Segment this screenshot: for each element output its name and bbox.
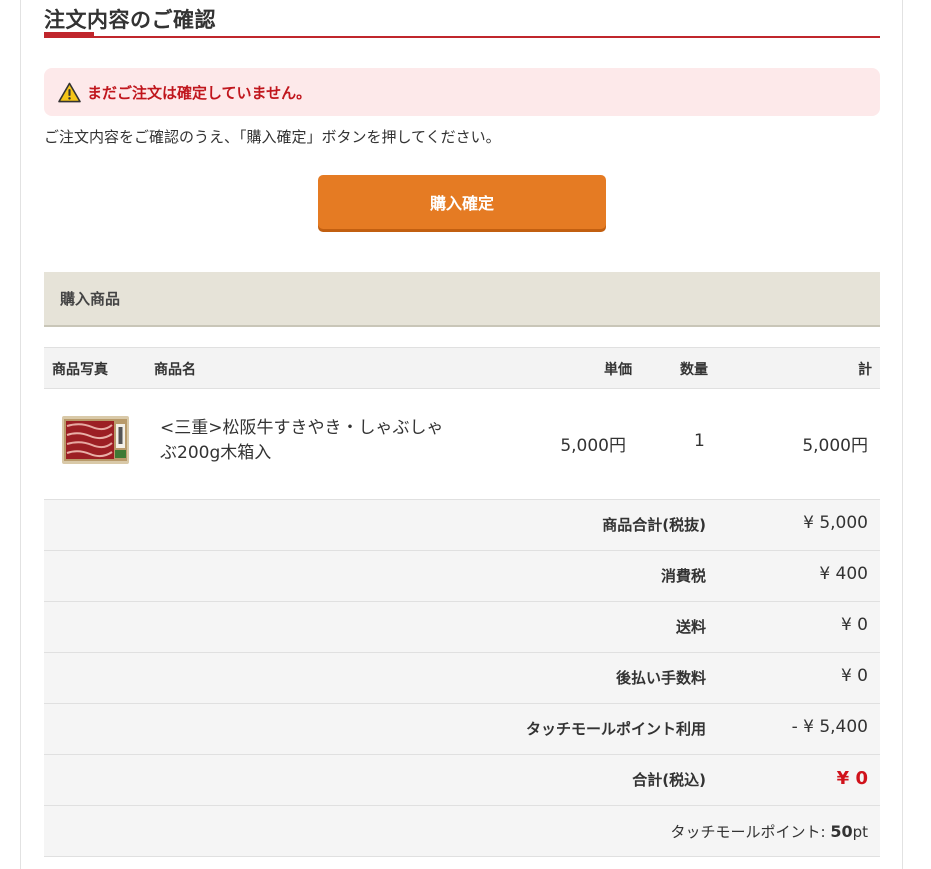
points-used-value: - ¥ 5,400 <box>791 717 868 737</box>
purchased-items-heading: 購入商品 <box>44 272 880 327</box>
alert-message: まだご注文は確定していません。 <box>87 83 312 102</box>
tax-value: ¥ 400 <box>819 564 868 584</box>
tax-label: 消費税 <box>660 567 706 585</box>
column-header-name: 商品名 <box>154 362 196 378</box>
instructions-text: ご注文内容をご確認のうえ、「購入確定」ボタンを押してください。 <box>44 128 501 146</box>
shipping-value: ¥ 0 <box>840 615 868 635</box>
warning-icon <box>58 82 81 102</box>
items-table-header: 商品写真 商品名 単価 数量 計 <box>44 347 880 389</box>
product-name-link[interactable]: <三重>松阪牛すきやき・しゃぶしゃぶ200g木箱入 <box>160 416 460 466</box>
column-header-quantity: 数量 <box>680 362 708 378</box>
tax-row: 消費税 ¥ 400 <box>44 551 880 602</box>
column-header-unit-price: 単価 <box>604 362 632 378</box>
points-earned: タッチモールポイント: 50pt <box>671 821 869 842</box>
not-confirmed-alert: まだご注文は確定していません。 <box>44 68 880 116</box>
product-line-total: 5,000円 <box>802 436 868 456</box>
points-earned-unit: pt <box>852 823 868 841</box>
column-header-photo: 商品写真 <box>52 362 108 378</box>
subtotal-value: ¥ 5,000 <box>803 513 868 533</box>
column-header-total: 計 <box>858 362 872 378</box>
shipping-label: 送料 <box>675 618 706 636</box>
grand-total-label: 合計(税込) <box>632 771 706 789</box>
points-earned-label: タッチモールポイント: <box>670 823 831 841</box>
table-row: <三重>松阪牛すきやき・しゃぶしゃぶ200g木箱入 5,000円 1 5,000… <box>44 389 880 500</box>
product-image[interactable] <box>62 416 129 464</box>
subtotal-label: 商品合計(税抜) <box>602 516 706 534</box>
deferred-payment-fee-label: 後払い手数料 <box>615 669 706 687</box>
product-unit-price: 5,000円 <box>560 436 626 456</box>
product-quantity: 1 <box>694 431 705 451</box>
subtotal-row: 商品合計(税抜) ¥ 5,000 <box>44 500 880 551</box>
page-title: 注文内容のご確認 <box>44 8 216 32</box>
points-earned-row: タッチモールポイント: 50pt <box>44 806 880 857</box>
points-used-row: タッチモールポイント利用 - ¥ 5,400 <box>44 704 880 755</box>
title-underline <box>44 36 880 38</box>
points-used-label: タッチモールポイント利用 <box>525 720 706 738</box>
deferred-payment-fee-value: ¥ 0 <box>840 666 868 686</box>
title-underline-accent <box>44 32 94 38</box>
points-earned-value: 50 <box>830 822 853 841</box>
order-summary: 商品合計(税抜) ¥ 5,000 消費税 ¥ 400 送料 ¥ 0 後払い手数料… <box>44 500 880 857</box>
grand-total-row: 合計(税込) ¥ 0 <box>44 755 880 806</box>
page-frame-right <box>902 0 903 869</box>
shipping-row: 送料 ¥ 0 <box>44 602 880 653</box>
grand-total-value: ¥ 0 <box>836 768 868 789</box>
purchase-confirm-button[interactable]: 購入確定 <box>318 175 606 229</box>
page-frame-left <box>20 0 21 869</box>
deferred-payment-fee-row: 後払い手数料 ¥ 0 <box>44 653 880 704</box>
